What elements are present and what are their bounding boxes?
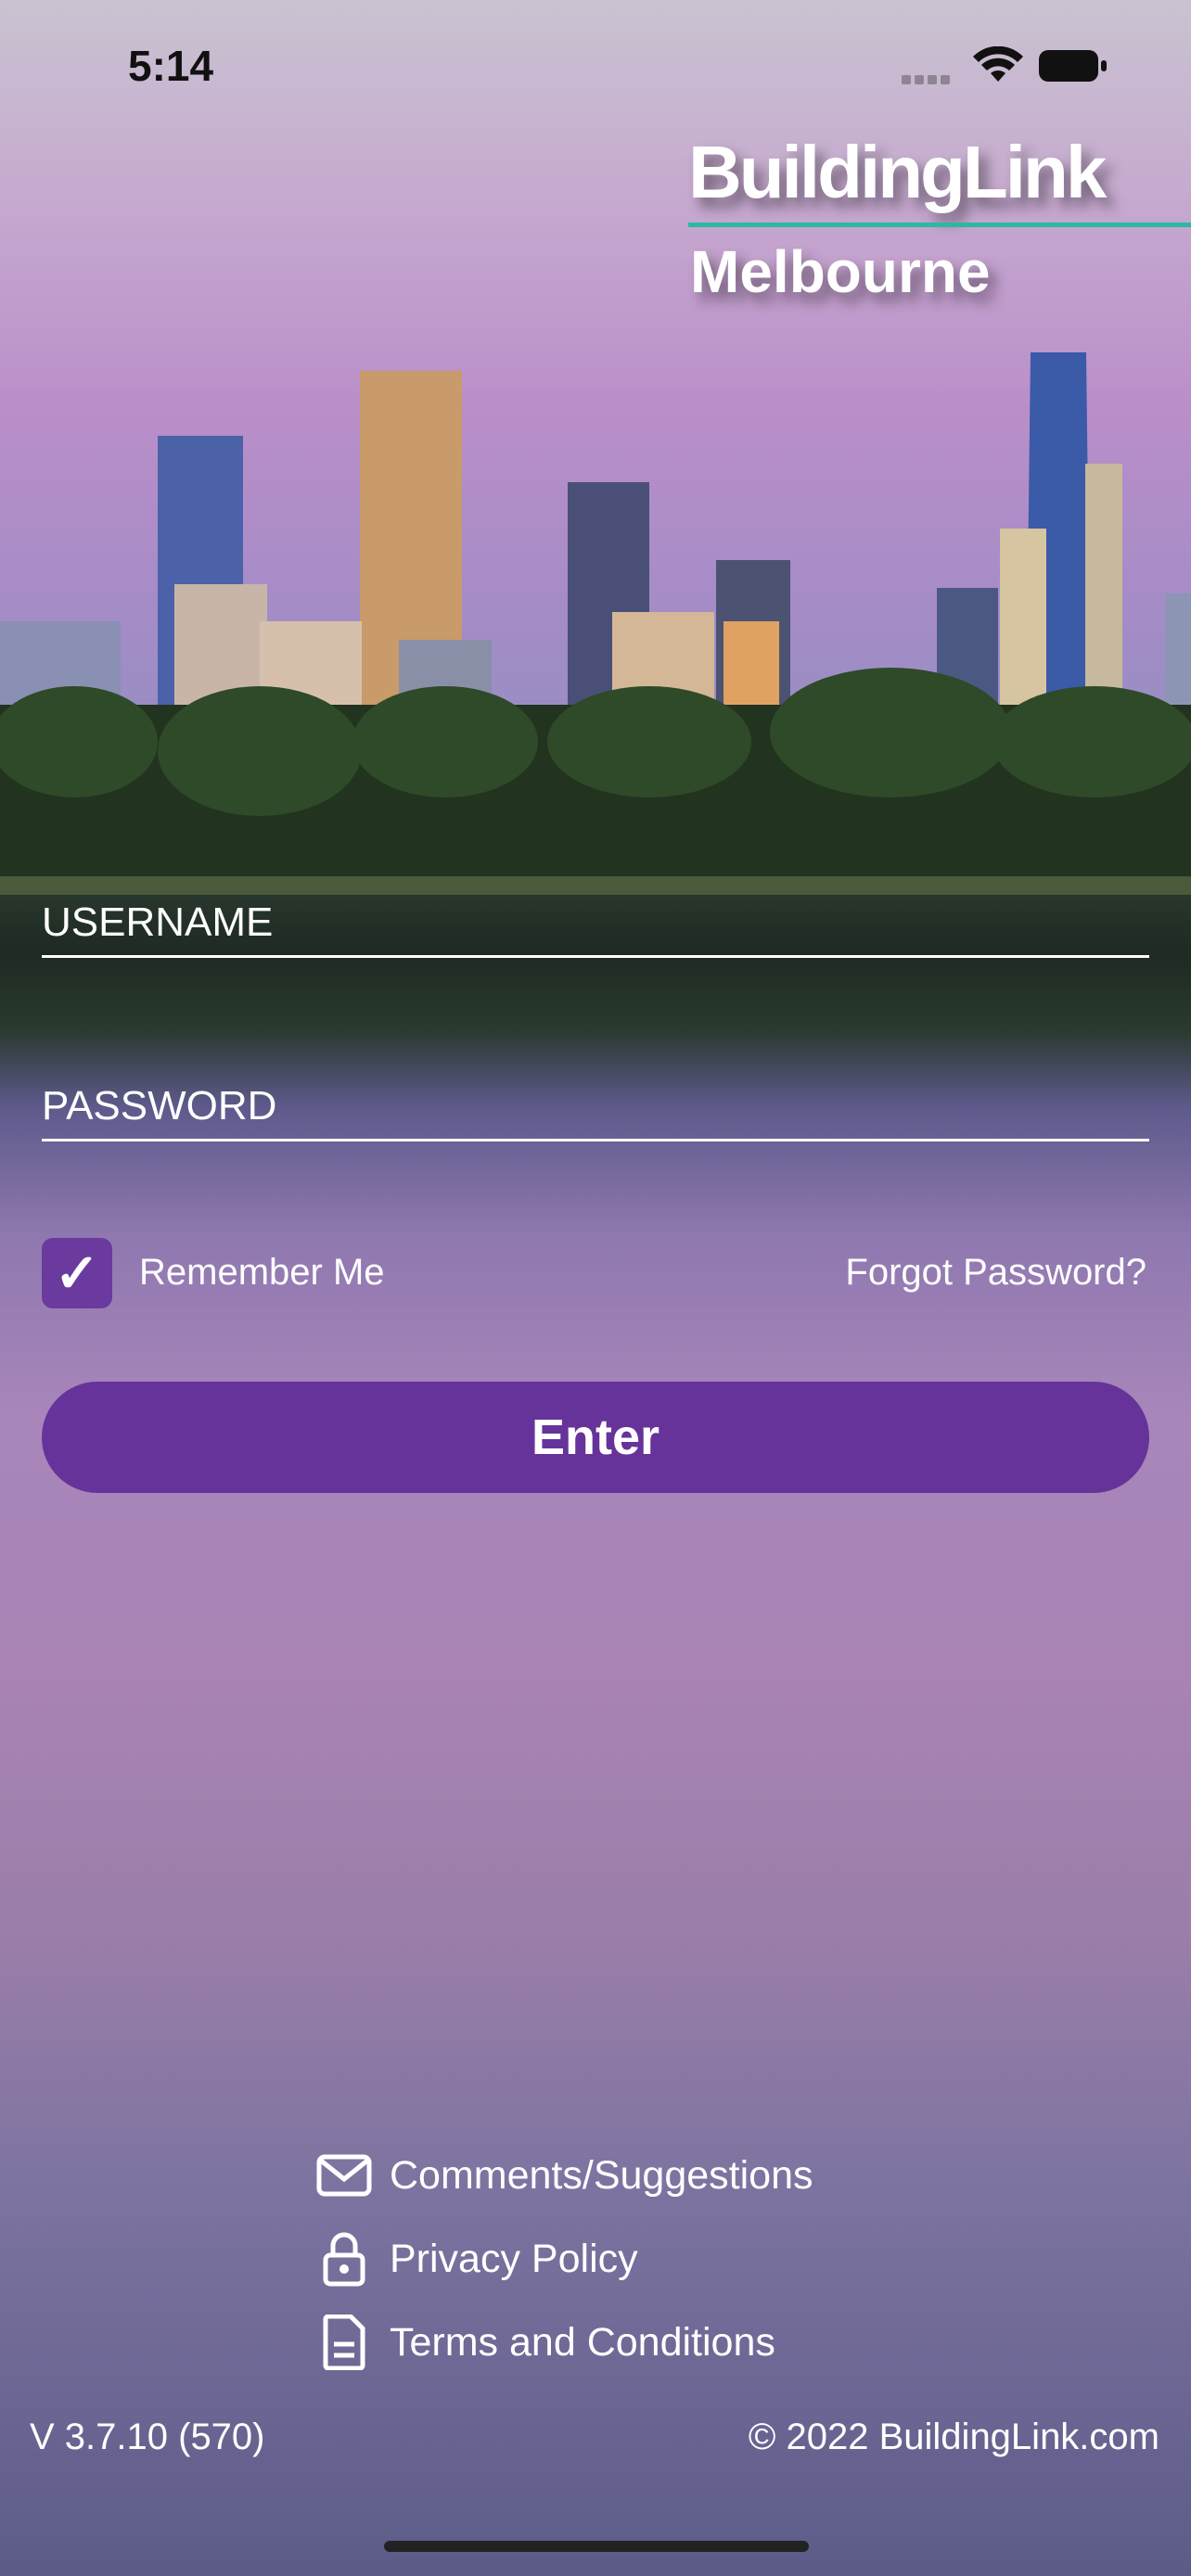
- copyright-text: © 2022 BuildingLink.com: [748, 2417, 1159, 2457]
- remember-me-label[interactable]: Remember Me: [139, 1252, 385, 1294]
- battery-icon: [1039, 50, 1108, 82]
- skyline-image: [0, 352, 1191, 895]
- home-indicator[interactable]: [384, 2541, 809, 2552]
- logo-divider: [688, 223, 1191, 227]
- status-time: 5:14: [128, 42, 214, 90]
- privacy-policy-link[interactable]: Privacy Policy: [315, 2231, 638, 2287]
- terms-conditions-link[interactable]: Terms and Conditions: [315, 2315, 775, 2370]
- privacy-policy-label: Privacy Policy: [390, 2236, 638, 2281]
- password-input[interactable]: [42, 1083, 1149, 1129]
- lock-icon: [315, 2231, 373, 2287]
- mail-icon: [315, 2154, 373, 2197]
- comments-suggestions-link[interactable]: Comments/Suggestions: [315, 2148, 813, 2203]
- checkmark-icon: ✓: [54, 1243, 100, 1304]
- app-version: V 3.7.10 (570): [30, 2417, 265, 2457]
- remember-me-checkbox[interactable]: ✓: [42, 1238, 112, 1308]
- forgot-password-link[interactable]: Forgot Password?: [845, 1252, 1146, 1294]
- cellular-signal-icon: [902, 72, 959, 84]
- username-field[interactable]: [42, 899, 1149, 958]
- logo-city: Melbourne: [690, 238, 991, 305]
- password-field[interactable]: [42, 1083, 1149, 1141]
- username-input[interactable]: [42, 899, 1149, 946]
- comments-suggestions-label: Comments/Suggestions: [390, 2152, 813, 2198]
- terms-conditions-label: Terms and Conditions: [390, 2319, 775, 2365]
- wifi-icon: [972, 45, 1024, 88]
- document-icon: [315, 2315, 373, 2370]
- enter-button[interactable]: Enter: [42, 1382, 1149, 1493]
- brand-logo: BuildingLink: [688, 131, 1107, 213]
